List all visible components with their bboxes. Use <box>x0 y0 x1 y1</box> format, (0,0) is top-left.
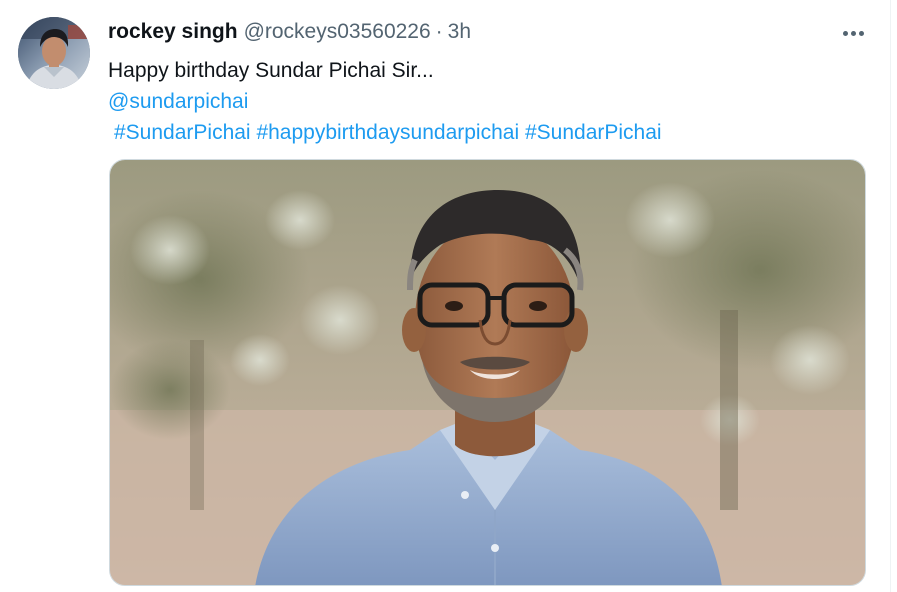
tweet-text: Happy birthday Sundar Pichai Sir... @sun… <box>108 55 868 148</box>
author-display-name[interactable]: rockey singh <box>108 20 238 44</box>
header-separator: · <box>435 20 443 43</box>
mention-link[interactable]: @sundarpichai <box>108 90 248 113</box>
hashtag-link[interactable]: #SundarPichai <box>114 121 251 144</box>
tweet-header: rockey singh @rockeys03560226 · 3h <box>108 20 471 48</box>
more-horizontal-icon <box>858 30 864 36</box>
tweet-media-image[interactable] <box>109 159 866 586</box>
author-handle[interactable]: @rockeys03560226 <box>244 20 431 44</box>
portrait-photo <box>110 160 865 585</box>
hashtag-link[interactable]: #SundarPichai <box>525 121 662 144</box>
more-horizontal-icon <box>842 30 848 36</box>
tweet-text-line: Happy birthday Sundar Pichai Sir... <box>108 59 434 82</box>
timeline-divider <box>890 0 891 592</box>
more-options-button[interactable] <box>834 18 872 48</box>
avatar[interactable] <box>18 17 90 89</box>
hashtag-list: #SundarPichai #happybirthdaysundarpichai… <box>108 117 868 148</box>
tweet-card[interactable]: rockey singh @rockeys03560226 · 3h Happy… <box>0 0 897 592</box>
tweet-timestamp[interactable]: 3h <box>448 20 471 44</box>
hashtag-link[interactable]: #happybirthdaysundarpichai <box>256 121 519 144</box>
more-horizontal-icon <box>850 30 856 36</box>
avatar-photo <box>18 17 90 89</box>
